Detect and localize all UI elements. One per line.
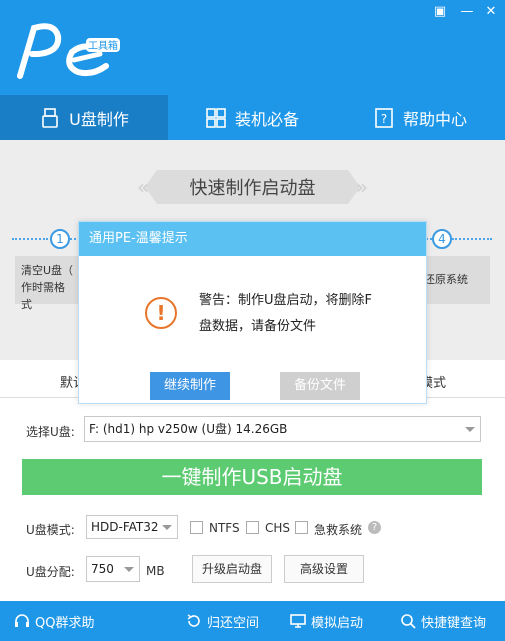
ntfs-checkbox[interactable] <box>190 521 203 534</box>
step-4-text: 还原系统 <box>424 273 468 286</box>
qq-help-link[interactable]: QQ群求助 <box>14 601 94 641</box>
chevron-down-icon <box>162 525 172 530</box>
restore-icon <box>187 614 200 627</box>
chevron-down-icon <box>465 427 475 432</box>
usb-mode-value: HDD-FAT32 <box>91 520 159 534</box>
tab-label: U盘制作 <box>69 109 129 129</box>
advanced-settings-button[interactable]: 高级设置 <box>284 555 364 583</box>
usb-mode-select[interactable]: HDD-FAT32 <box>86 515 178 539</box>
chs-label: CHS <box>265 521 291 535</box>
footer-bar: QQ群求助 归还空间 模拟启动 快捷键查询 <box>0 601 505 641</box>
step-1-card: 清空U盘（ 作时需格式 <box>15 256 81 311</box>
warning-dialog: 通用PE-温馨提示 ! 警告：制作U盘启动，将删除F 盘数据，请备份文件 继续制… <box>78 221 427 404</box>
simulate-boot-link[interactable]: 模拟启动 <box>290 601 363 641</box>
dialog-message-line: 盘数据，请备份文件 <box>199 319 317 334</box>
quick-make-banner: « » 快速制作启动盘 <box>137 170 368 204</box>
select-usb-label: 选择U盘: <box>26 425 75 439</box>
rescue-label: 急救系统 <box>314 523 363 537</box>
app-header: 工具箱 ▣ — ✕ <box>0 0 505 95</box>
usb-select-value: F: (hd1) hp v250w (U盘) 14.26GB <box>89 422 288 436</box>
partition-select[interactable]: 750 <box>86 556 140 582</box>
dialog-message-line: 警告：制作U盘启动，将删除F <box>199 293 372 308</box>
step-1-badge: 1 <box>50 229 70 249</box>
help-icon[interactable]: ? <box>368 521 381 534</box>
shortcut-query-label: 快捷键查询 <box>421 615 487 631</box>
usb-mode-label: U盘模式: <box>26 523 75 537</box>
dialog-message: 警告：制作U盘启动，将删除F 盘数据，请备份文件 <box>199 288 399 340</box>
tab-usb-make[interactable]: U盘制作 <box>0 95 168 140</box>
usb-select[interactable]: F: (hd1) hp v250w (U盘) 14.26GB <box>84 416 481 442</box>
grid-icon <box>206 107 226 128</box>
tab-help-center[interactable]: ? 帮助中心 <box>336 95 504 140</box>
ntfs-label: NTFS <box>209 521 240 535</box>
menu-icon[interactable]: ▣ <box>433 5 447 19</box>
dialog-title: 通用PE-温馨提示 <box>79 222 426 256</box>
headset-icon <box>15 614 29 627</box>
logo-sub: 工具箱 <box>88 39 118 52</box>
main-nav: U盘制作 装机必备 ? 帮助中心 <box>0 95 505 140</box>
step-connector <box>452 238 492 240</box>
svg-text:?: ? <box>381 112 387 126</box>
shortcut-query-link[interactable]: 快捷键查询 <box>400 601 486 641</box>
monitor-icon <box>290 614 306 628</box>
simulate-boot-label: 模拟启动 <box>311 615 364 631</box>
tab-label: 装机必备 <box>234 109 299 129</box>
chevron-down-icon <box>124 567 134 572</box>
partition-unit: MB <box>146 564 165 578</box>
usb-icon <box>42 107 58 128</box>
minimize-icon[interactable]: — <box>460 5 474 19</box>
step-1-text: 清空U盘（ <box>21 264 74 277</box>
restore-space-label: 归还空间 <box>207 615 260 631</box>
search-icon <box>401 614 416 629</box>
partition-label: U盘分配: <box>26 565 75 579</box>
rescue-checkbox[interactable] <box>295 521 308 534</box>
help-book-icon: ? <box>375 107 393 128</box>
make-usb-boot-button[interactable]: 一键制作USB启动盘 <box>22 459 482 495</box>
step-4-badge: 4 <box>432 229 452 249</box>
tab-install-essentials[interactable]: 装机必备 <box>168 95 336 140</box>
warning-icon: ! <box>145 297 177 329</box>
continue-button[interactable]: 继续制作 <box>150 372 230 400</box>
tab-label: 帮助中心 <box>402 109 467 129</box>
banner-title: 快速制作启动盘 <box>189 178 316 199</box>
pe-logo: 工具箱 <box>17 23 120 79</box>
chs-checkbox[interactable] <box>246 521 259 534</box>
step-4-card: 还原系统 <box>424 256 490 304</box>
step-1-text: 作时需格式 <box>21 281 65 311</box>
partition-value: 750 <box>91 562 114 576</box>
restore-space-link[interactable]: 归还空间 <box>186 601 259 641</box>
step-connector <box>12 238 48 240</box>
backup-button[interactable]: 备份文件 <box>280 372 360 400</box>
close-icon[interactable]: ✕ <box>484 5 498 19</box>
upgrade-boot-button[interactable]: 升级启动盘 <box>192 555 272 583</box>
qq-help-label: QQ群求助 <box>35 615 95 631</box>
